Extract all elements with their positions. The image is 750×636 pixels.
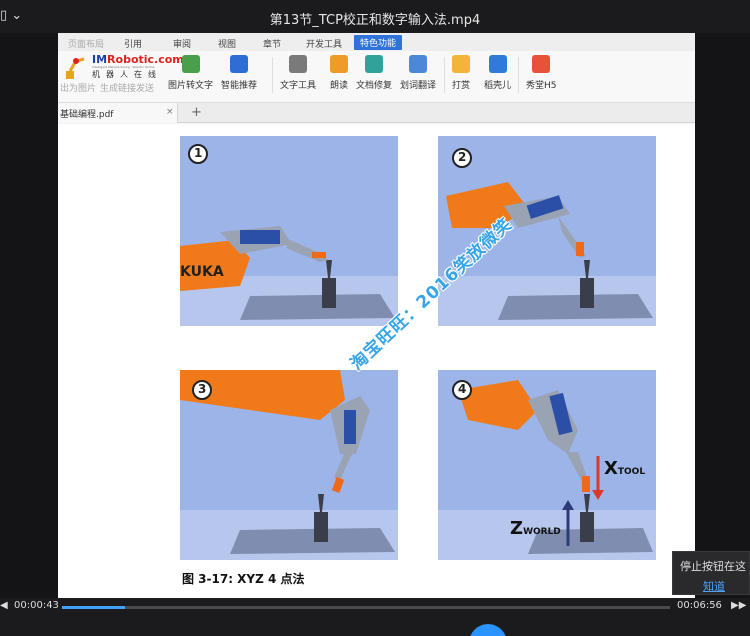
translate-icon — [409, 55, 427, 73]
read-aloud-button[interactable]: 朗读 — [330, 55, 348, 91]
z-world-axis-label: ZWORLD — [510, 518, 561, 539]
panel-number-4: 4 — [458, 382, 467, 396]
figure-panel-2: 2 — [438, 136, 656, 326]
text-tools-icon — [289, 55, 307, 73]
document-tab[interactable]: 基础编程.pdf × — [58, 103, 178, 123]
xiutang-icon — [532, 55, 551, 73]
seek-bar[interactable] — [62, 606, 670, 609]
export-image-button[interactable]: 出为图片 — [60, 81, 96, 94]
reward-button[interactable]: 打赏 — [452, 55, 470, 91]
xiutang-button[interactable]: 秀堂H5 — [526, 55, 557, 91]
figure-panel-4: 4 XTOOL ZWORLD — [438, 370, 656, 560]
image-to-text-button[interactable]: 图片转文字 — [168, 55, 213, 91]
x-tool-axis-label: XTOOL — [604, 458, 646, 479]
docer-icon — [488, 55, 507, 73]
tab-special-features[interactable]: 特色功能 — [354, 35, 403, 50]
figure-panel-3: 3 — [180, 370, 398, 560]
wps-app-frame: 页面布局 引用 审阅 视图 章节 开发工具 特色功能 IMRobotic.com… — [58, 33, 695, 598]
close-icon[interactable]: × — [166, 107, 174, 117]
toolbar-separator — [444, 57, 445, 93]
image-to-text-icon — [181, 55, 200, 73]
read-aloud-icon — [330, 55, 348, 73]
document-repair-icon — [365, 55, 383, 73]
tooltip-got-it-link[interactable]: 知道 — [680, 578, 749, 594]
video-player-window: ▯ ⌄ 第13节_TCP校正和数字输入法.mp4 页面布局 引用 审阅 视图 章… — [0, 0, 750, 636]
previous-icon[interactable]: ◀ — [0, 600, 8, 611]
seek-bar-progress — [62, 606, 126, 609]
kuka-label: KUKA — [180, 264, 224, 280]
panel-number-1: 1 — [194, 146, 203, 160]
tab-references[interactable]: 引用 — [124, 37, 142, 50]
figure-caption: 图 3-17: XYZ 4 点法 — [182, 572, 305, 586]
panel-number-2: 2 — [458, 150, 467, 164]
imrobotic-logo: IMRobotic.com Intelligent Manufacturing … — [62, 53, 184, 83]
reward-icon — [452, 55, 470, 73]
current-time: 00:00:43 — [14, 600, 59, 611]
panel-number-3: 3 — [198, 382, 207, 396]
pdf-page: 1 KUKA 2 3 4 XTOOL ZWORLD 图 3-17: XYZ 4 … — [58, 124, 695, 598]
robot-touch-point-3-illustration — [180, 370, 398, 560]
tab-section[interactable]: 章节 — [263, 37, 281, 50]
ribbon-toolbar: IMRobotic.com Intelligent Manufacturing … — [58, 51, 695, 103]
play-pause-button[interactable] — [469, 624, 507, 636]
translate-button[interactable]: 划词翻译 — [400, 55, 436, 91]
ribbon-tabs: 页面布局 引用 审阅 视图 章节 开发工具 特色功能 — [58, 33, 695, 51]
robot-arm-logo-icon — [66, 57, 85, 79]
player-controls: ◀ 00:00:43 00:06:56 ▶▶ — [0, 598, 750, 636]
tab-developer[interactable]: 开发工具 — [306, 37, 342, 50]
document-tab-bar: 基础编程.pdf × + — [58, 103, 695, 123]
logo-chinese-name: 机器人在线 — [92, 70, 162, 79]
next-icon[interactable]: ▶▶ — [731, 600, 746, 611]
title-bar: ▯ ⌄ 第13节_TCP校正和数字输入法.mp4 — [0, 0, 750, 33]
total-time: 00:06:56 — [677, 600, 722, 611]
share-link-button[interactable]: 生成链接发送 — [100, 81, 154, 94]
toolbar-separator — [272, 57, 273, 93]
tab-view[interactable]: 视图 — [218, 37, 236, 50]
figure-panel-1: 1 KUKA — [180, 136, 398, 326]
smart-recommend-button[interactable]: 智能推荐 — [221, 55, 257, 91]
docer-button[interactable]: 稻壳儿 — [484, 55, 511, 91]
new-tab-button[interactable]: + — [191, 105, 202, 120]
text-tools-button[interactable]: 文字工具 — [280, 55, 316, 91]
stop-button-tooltip: 停止按钮在这 知道 — [672, 551, 750, 595]
tooltip-text: 停止按钮在这 — [680, 560, 746, 573]
smart-recommend-icon — [230, 55, 248, 73]
window-title: 第13节_TCP校正和数字输入法.mp4 — [269, 13, 481, 28]
tab-page-layout[interactable]: 页面布局 — [68, 37, 104, 50]
tab-review[interactable]: 审阅 — [173, 37, 191, 50]
robot-touch-point-1-illustration — [180, 136, 398, 326]
document-repair-button[interactable]: 文档修复 — [356, 55, 392, 91]
toolbar-separator — [518, 57, 519, 93]
document-tab-label: 基础编程.pdf — [60, 110, 114, 120]
